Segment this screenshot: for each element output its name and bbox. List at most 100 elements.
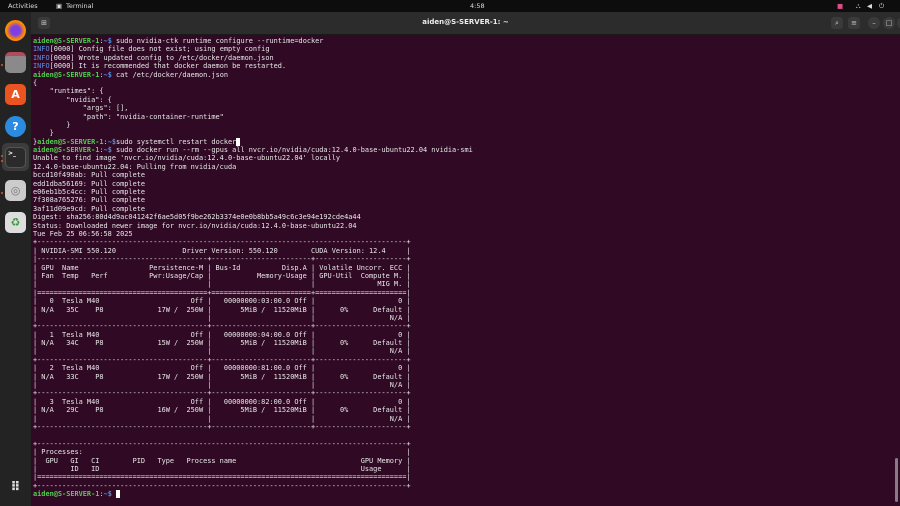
- output-text: Digest: sha256:80d4d9ac041242f6ae5d05f9b…: [33, 213, 361, 222]
- trash-icon[interactable]: ♻: [5, 212, 26, 233]
- search-icon[interactable]: ⌕: [831, 17, 843, 29]
- prompt-path: ~$: [103, 70, 112, 79]
- network-icon[interactable]: ⛬: [856, 2, 861, 11]
- command-text: sudo nvidia-ctk runtime configure --runt…: [111, 37, 324, 45]
- output-text: +---------------------------------------…: [33, 322, 411, 331]
- output-text: | ID ID Usage |: [33, 464, 411, 473]
- app-grid-icon[interactable]: ⠿: [5, 477, 26, 498]
- maximize-button[interactable]: □: [883, 17, 895, 29]
- output-line: }: [33, 129, 899, 137]
- output-line: 3af11d09e9cd: Pull complete: [33, 205, 899, 213]
- terminal-output[interactable]: aiden@S-SERVER-1:~$ sudo nvidia-ctk runt…: [33, 37, 899, 499]
- output-text: |---------------------------------------…: [33, 255, 411, 264]
- output-text: +---------------------------------------…: [33, 389, 411, 398]
- terminal-icon[interactable]: >_: [5, 147, 26, 168]
- output-line: +---------------------------------------…: [33, 482, 899, 490]
- prompt-user: aiden@S-SERVER-1: [37, 137, 104, 146]
- output-line: | N/A 34C P8 15W / 250W | 5MiB / 11520Mi…: [33, 339, 899, 347]
- output-line: | N/A 29C P8 16W / 250W | 5MiB / 11520Mi…: [33, 406, 899, 414]
- output-line: bccd10f490ab: Pull complete: [33, 171, 899, 179]
- output-text: | N/A 34C P8 15W / 250W | 5MiB / 11520Mi…: [33, 339, 411, 348]
- output-text: [0000] Config file does not exist; using…: [49, 45, 270, 54]
- output-line: "args": [],: [33, 104, 899, 112]
- output-line: | N/A 33C P8 17W / 250W | 5MiB / 11520Mi…: [33, 373, 899, 381]
- output-line: INFO[0000] Wrote updated config to /etc/…: [33, 54, 899, 62]
- output-text: | GPU GI CI PID Type Process name GPU Me…: [33, 456, 411, 465]
- scrollbar[interactable]: [895, 458, 898, 502]
- dock: A ? >_ ◎ ♻ ⠿: [0, 12, 31, 506]
- app-menu[interactable]: Terminal: [66, 2, 93, 10]
- output-line: +---------------------------------------…: [33, 238, 899, 246]
- prompt-path: ~$: [103, 146, 112, 155]
- volume-icon[interactable]: ◀: [867, 2, 872, 10]
- output-line: Unable to find image 'nvcr.io/nvidia/cud…: [33, 154, 899, 162]
- output-text: | | | MIG M. |: [33, 280, 411, 289]
- output-text: | 0 Tesla M40 Off | 00000000:03:00.0 Off…: [33, 297, 411, 306]
- output-line: 7f308a765276: Pull complete: [33, 196, 899, 204]
- output-text: Tue Feb 25 06:56:58 2025: [33, 229, 133, 238]
- output-text: +---------------------------------------…: [33, 481, 411, 490]
- prompt-path: ~$: [103, 490, 112, 499]
- output-text: | 1 Tesla M40 Off | 00000000:04:00.0 Off…: [33, 330, 411, 339]
- output-text: | GPU Name Persistence-M | Bus-Id Disp.A…: [33, 263, 411, 272]
- output-line: "nvidia": {: [33, 96, 899, 104]
- output-text: | N/A 29C P8 16W / 250W | 5MiB / 11520Mi…: [33, 406, 411, 415]
- activities-button[interactable]: Activities: [8, 2, 38, 10]
- output-line: | 0 Tesla M40 Off | 00000000:03:00.0 Off…: [33, 297, 899, 305]
- output-line: | | | N/A |: [33, 314, 899, 322]
- firefox-icon[interactable]: [5, 20, 26, 41]
- menu-icon[interactable]: ≡: [848, 17, 860, 29]
- prompt-user: aiden@S-SERVER-1: [33, 490, 100, 499]
- info-tag: INFO: [33, 62, 50, 71]
- output-line: "path": "nvidia-container-runtime": [33, 113, 899, 121]
- cursor: [236, 137, 241, 146]
- output-line: | | | MIG M. |: [33, 280, 899, 288]
- output-text: | | | N/A |: [33, 414, 411, 423]
- disk-icon[interactable]: ◎: [5, 180, 26, 201]
- output-line: INFO[0000] It is recommended that docker…: [33, 62, 899, 70]
- prompt-user: aiden@S-SERVER-1: [33, 70, 100, 79]
- software-icon[interactable]: A: [5, 84, 26, 105]
- output-line: | NVIDIA-SMI 550.120 Driver Version: 550…: [33, 247, 899, 255]
- output-text: Unable to find image 'nvcr.io/nvidia/cud…: [33, 154, 340, 163]
- output-text: [0000] It is recommended that docker dae…: [49, 62, 287, 71]
- cursor: [116, 490, 121, 499]
- output-text: bccd10f490ab: Pull complete: [33, 171, 146, 180]
- window-title: aiden@S-SERVER-1: ~: [422, 18, 509, 26]
- minimize-button[interactable]: –: [868, 17, 880, 29]
- output-line: |=======================================…: [33, 473, 899, 481]
- files-icon[interactable]: [5, 52, 26, 73]
- output-text: +---------------------------------------…: [33, 439, 411, 448]
- output-line: | | | N/A |: [33, 381, 899, 389]
- power-icon[interactable]: ⏻: [879, 2, 884, 11]
- output-text: }: [33, 129, 54, 138]
- output-line: edd1dba56169: Pull complete: [33, 180, 899, 188]
- output-line: INFO[0000] Config file does not exist; u…: [33, 45, 899, 53]
- top-bar: Activities ▣ Terminal 4:58 ■ ⛬ ◀ ⏻: [0, 0, 900, 12]
- clock[interactable]: 4:58: [470, 2, 485, 10]
- output-line: | GPU GI CI PID Type Process name GPU Me…: [33, 457, 899, 465]
- command-text: cat /etc/docker/daemon.json: [111, 70, 229, 79]
- terminal-titlebar: ⊞ aiden@S-SERVER-1: ~ ⌕ ≡ – □ ×: [31, 12, 900, 35]
- prompt-path: ~$: [107, 137, 117, 146]
- output-line: | Processes: |: [33, 448, 899, 456]
- output-text: +---------------------------------------…: [33, 238, 411, 247]
- output-line: | ID ID Usage |: [33, 465, 899, 473]
- output-line: |---------------------------------------…: [33, 255, 899, 263]
- output-line: |=======================================…: [33, 289, 899, 297]
- output-text: | 3 Tesla M40 Off | 00000000:82:00.0 Off…: [33, 397, 411, 406]
- output-line: +---------------------------------------…: [33, 356, 899, 364]
- output-text: +---------------------------------------…: [33, 422, 411, 431]
- output-text: }: [33, 120, 71, 129]
- output-text: "path": "nvidia-container-runtime": [33, 112, 224, 121]
- output-line: Digest: sha256:80d4d9ac041242f6ae5d05f9b…: [33, 213, 899, 221]
- output-line: }: [33, 121, 899, 129]
- output-text: |=======================================…: [33, 288, 411, 297]
- output-line: [33, 431, 899, 439]
- output-text: | N/A 33C P8 17W / 250W | 5MiB / 11520Mi…: [33, 372, 411, 381]
- output-text: |=======================================…: [33, 473, 411, 482]
- notification-icon[interactable]: ■: [837, 2, 843, 10]
- command-text: sudo docker run --rm --gpus all nvcr.io/…: [111, 146, 473, 155]
- help-icon[interactable]: ?: [5, 116, 26, 137]
